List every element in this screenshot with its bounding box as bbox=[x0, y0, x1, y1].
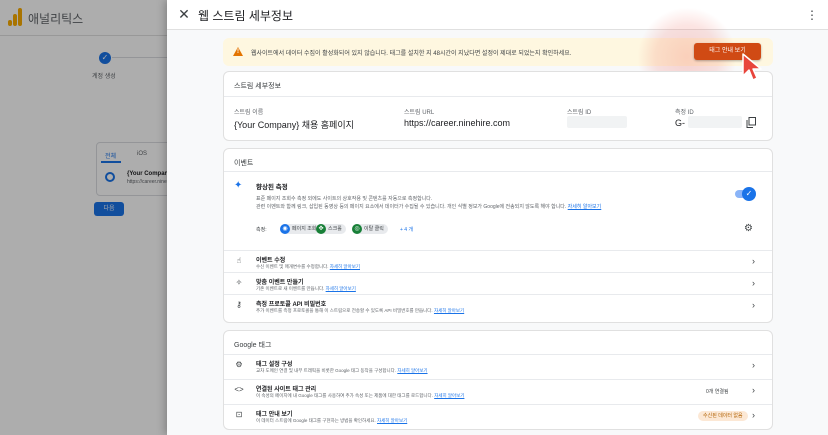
row-learn-more-link[interactable]: 자세히 알아보기 bbox=[397, 368, 427, 373]
tag-row-configure[interactable]: ⚙ 태그 설정 구성 교차 도메인 연결 및 내부 트래픽을 비롯한 Googl… bbox=[224, 354, 772, 376]
mouse-pointer-icon bbox=[742, 53, 762, 81]
tag-row-connected-site-tags[interactable]: <> 연결된 사이트 태그 관리 이 속성의 페이지에 내 Google 태그를… bbox=[224, 379, 772, 401]
row-learn-more-link[interactable]: 자세히 알아보기 bbox=[434, 308, 464, 313]
chip-page-view: ◉ 페이지 조회 bbox=[280, 224, 321, 234]
row-title: 측정 프로토콜 API 비밀번호 bbox=[256, 302, 327, 308]
row-description: 이 속성의 페이지에 내 Google 태그를 사용하여 추가 속성 또는 제품… bbox=[256, 393, 464, 399]
measurement-id-value: G- bbox=[675, 118, 685, 128]
stream-url-value: https://career.ninehire.com bbox=[404, 118, 511, 128]
warning-text: 웹사이트에서 데이터 수집이 활성화되어 있지 않습니다. 태그를 설치한 지 … bbox=[251, 51, 572, 57]
event-row-modify[interactable]: ☝ 이벤트 수정 수신 이벤트 및 매개변수를 수정합니다. 자세히 알아보기 … bbox=[224, 250, 772, 272]
tag-row-view-instructions[interactable]: ⊡ 태그 안내 보기 이 데이터 스트림에 Google 태그를 구현하는 방법… bbox=[224, 404, 772, 426]
row-desc-text: 수신 이벤트 및 매개변수를 수정합니다. bbox=[256, 264, 329, 269]
measure-label: 측정: bbox=[256, 227, 267, 233]
code-icon: <> bbox=[234, 385, 244, 394]
row-desc-text: 이 속성의 페이지에 내 Google 태그를 사용하여 추가 속성 또는 제품… bbox=[256, 393, 433, 398]
key-icon: ⚷ bbox=[236, 300, 242, 309]
row-title: 태그 설정 구성 bbox=[256, 362, 293, 368]
chevron-right-icon: › bbox=[752, 256, 755, 266]
row-title: 이벤트 수정 bbox=[256, 258, 286, 264]
panel-title: 웹 스트림 세부정보 bbox=[198, 9, 293, 23]
touch-icon: ☝ bbox=[236, 256, 242, 265]
divider bbox=[224, 96, 772, 97]
enhanced-desc-line2: 관련 이벤트와 함께 링크, 삽입된 동영상 등의 페이지 요소에서 데이터가 … bbox=[256, 204, 567, 210]
google-tag-heading: Google 태그 bbox=[234, 342, 272, 349]
row-description: 교차 도메인 연결 및 내부 트래픽을 비롯한 Google 태그 동작을 구성… bbox=[256, 368, 428, 374]
warning-icon: ! bbox=[233, 47, 243, 56]
row-learn-more-link[interactable]: 자세히 알아보기 bbox=[326, 286, 356, 291]
stream-name-value: {Your Company} 채용 홈페이지 bbox=[234, 120, 354, 130]
row-description: 기존 이벤트로 새 이벤트를 만듭니다. 자세히 알아보기 bbox=[256, 286, 356, 292]
chip-scroll-label: 스크롤 bbox=[328, 226, 342, 232]
stream-details-card: 스트림 세부정보 스트림 이름 {Your Company} 채용 홈페이지 스… bbox=[223, 71, 773, 141]
eye-icon: ◉ bbox=[280, 224, 290, 234]
chip-page-view-label: 페이지 조회 bbox=[292, 226, 317, 232]
google-tag-card: Google 태그 ⚙ 태그 설정 구성 교차 도메인 연결 및 내부 트래픽을… bbox=[223, 330, 773, 430]
chevron-right-icon: › bbox=[752, 300, 755, 310]
chevron-right-icon: › bbox=[752, 278, 755, 288]
more-options-icon[interactable]: ⋮ bbox=[806, 7, 818, 23]
stream-id-label: 스트림 ID bbox=[567, 110, 592, 116]
row-learn-more-link[interactable]: 자세히 알아보기 bbox=[434, 393, 464, 398]
row-title: 맞춤 이벤트 만들기 bbox=[256, 280, 304, 286]
enhanced-desc-line1: 표준 페이지 조회수 측정 외에도 사이트의 상호작용 및 콘텐츠를 자동으로 … bbox=[256, 196, 433, 202]
chevron-right-icon: › bbox=[752, 410, 755, 420]
row-title: 태그 안내 보기 bbox=[256, 412, 293, 418]
settings-gear-icon[interactable]: ⚙ bbox=[744, 224, 754, 234]
row-desc-text: 추가 이벤트를 측정 프로토콜을 통해 이 스트림으로 전송할 수 있도록 AP… bbox=[256, 308, 433, 313]
enhanced-learn-more-link[interactable]: 자세히 알아보기 bbox=[568, 204, 602, 210]
row-learn-more-link[interactable]: 자세히 알아보기 bbox=[377, 418, 407, 423]
stream-url-label: 스트림 URL bbox=[404, 110, 435, 116]
chevron-right-icon: › bbox=[752, 360, 755, 370]
enhanced-measurement-description: 표준 페이지 조회수 측정 외에도 사이트의 상호작용 및 콘텐츠를 자동으로 … bbox=[256, 195, 601, 211]
chip-outbound-click-label: 이탈 클릭 bbox=[364, 226, 384, 232]
toggle-check-icon[interactable]: ✓ bbox=[742, 187, 756, 201]
row-desc-text: 기존 이벤트로 새 이벤트를 만듭니다. bbox=[256, 286, 325, 291]
measurement-id-redacted bbox=[688, 116, 742, 128]
event-row-mp-secrets[interactable]: ⚷ 측정 프로토콜 API 비밀번호 추가 이벤트를 측정 프로토콜을 통해 이… bbox=[224, 294, 772, 316]
stream-id-value-redacted bbox=[567, 116, 627, 128]
events-heading: 이벤트 bbox=[234, 160, 254, 167]
stream-name-label: 스트림 이름 bbox=[234, 110, 264, 116]
chip-scroll: ✥ 스크롤 bbox=[316, 224, 346, 234]
more-measurements-link[interactable]: + 4 개 bbox=[400, 226, 413, 233]
scroll-icon: ✥ bbox=[316, 224, 326, 234]
copy-icon[interactable] bbox=[746, 117, 756, 128]
event-row-create-custom[interactable]: ✧ 맞춤 이벤트 만들기 기존 이벤트로 새 이벤트를 만듭니다. 자세히 알아… bbox=[224, 272, 772, 294]
row-description: 이 데이터 스트림에 Google 태그를 구현하는 방법을 확인하세요. 자세… bbox=[256, 418, 407, 424]
row-description: 수신 이벤트 및 매개변수를 수정합니다. 자세히 알아보기 bbox=[256, 264, 360, 270]
events-card: 이벤트 ✦ 향상된 측정 표준 페이지 조회수 측정 외에도 사이트의 상호작용… bbox=[223, 148, 773, 323]
sparkle-pointer-icon: ✧ bbox=[235, 278, 243, 287]
divider bbox=[224, 171, 772, 172]
web-stream-details-panel: ✕ 웹 스트림 세부정보 ⋮ ! 웹사이트에서 데이터 수집이 활성화되어 있지… bbox=[167, 0, 828, 435]
chevron-right-icon: › bbox=[752, 385, 755, 395]
chip-outbound-click: ◎ 이탈 클릭 bbox=[352, 224, 388, 234]
row-desc-text: 이 데이터 스트림에 Google 태그를 구현하는 방법을 확인하세요. bbox=[256, 418, 376, 423]
stream-details-heading: 스트림 세부정보 bbox=[234, 83, 282, 90]
tag-code-icon: ⊡ bbox=[235, 410, 243, 419]
connected-count: 0개 연결됨 bbox=[706, 389, 729, 395]
row-desc-text: 교차 도메인 연결 및 내부 트래픽을 비롯한 Google 태그 동작을 구성… bbox=[256, 368, 397, 373]
row-learn-more-link[interactable]: 자세히 알아보기 bbox=[330, 264, 360, 269]
cursor-click-icon: ◎ bbox=[352, 224, 362, 234]
enhanced-desc-line2-wrap: 관련 이벤트와 함께 링크, 삽입된 동영상 등의 페이지 요소에서 데이터가 … bbox=[256, 203, 601, 211]
row-title: 연결된 사이트 태그 관리 bbox=[256, 387, 317, 393]
close-icon[interactable]: ✕ bbox=[177, 7, 191, 21]
no-data-received-badge: 수신된 데이터 없음 bbox=[698, 411, 748, 421]
row-description: 추가 이벤트를 측정 프로토콜을 통해 이 스트림으로 전송할 수 있도록 AP… bbox=[256, 308, 464, 314]
panel-header: ✕ 웹 스트림 세부정보 ⋮ bbox=[167, 0, 828, 30]
measurement-id-label: 측정 ID bbox=[675, 110, 694, 116]
sparkle-icon: ✦ bbox=[234, 180, 243, 191]
tag-settings-icon: ⚙ bbox=[235, 360, 243, 369]
enhanced-measurement-title: 향상된 측정 bbox=[256, 184, 288, 191]
